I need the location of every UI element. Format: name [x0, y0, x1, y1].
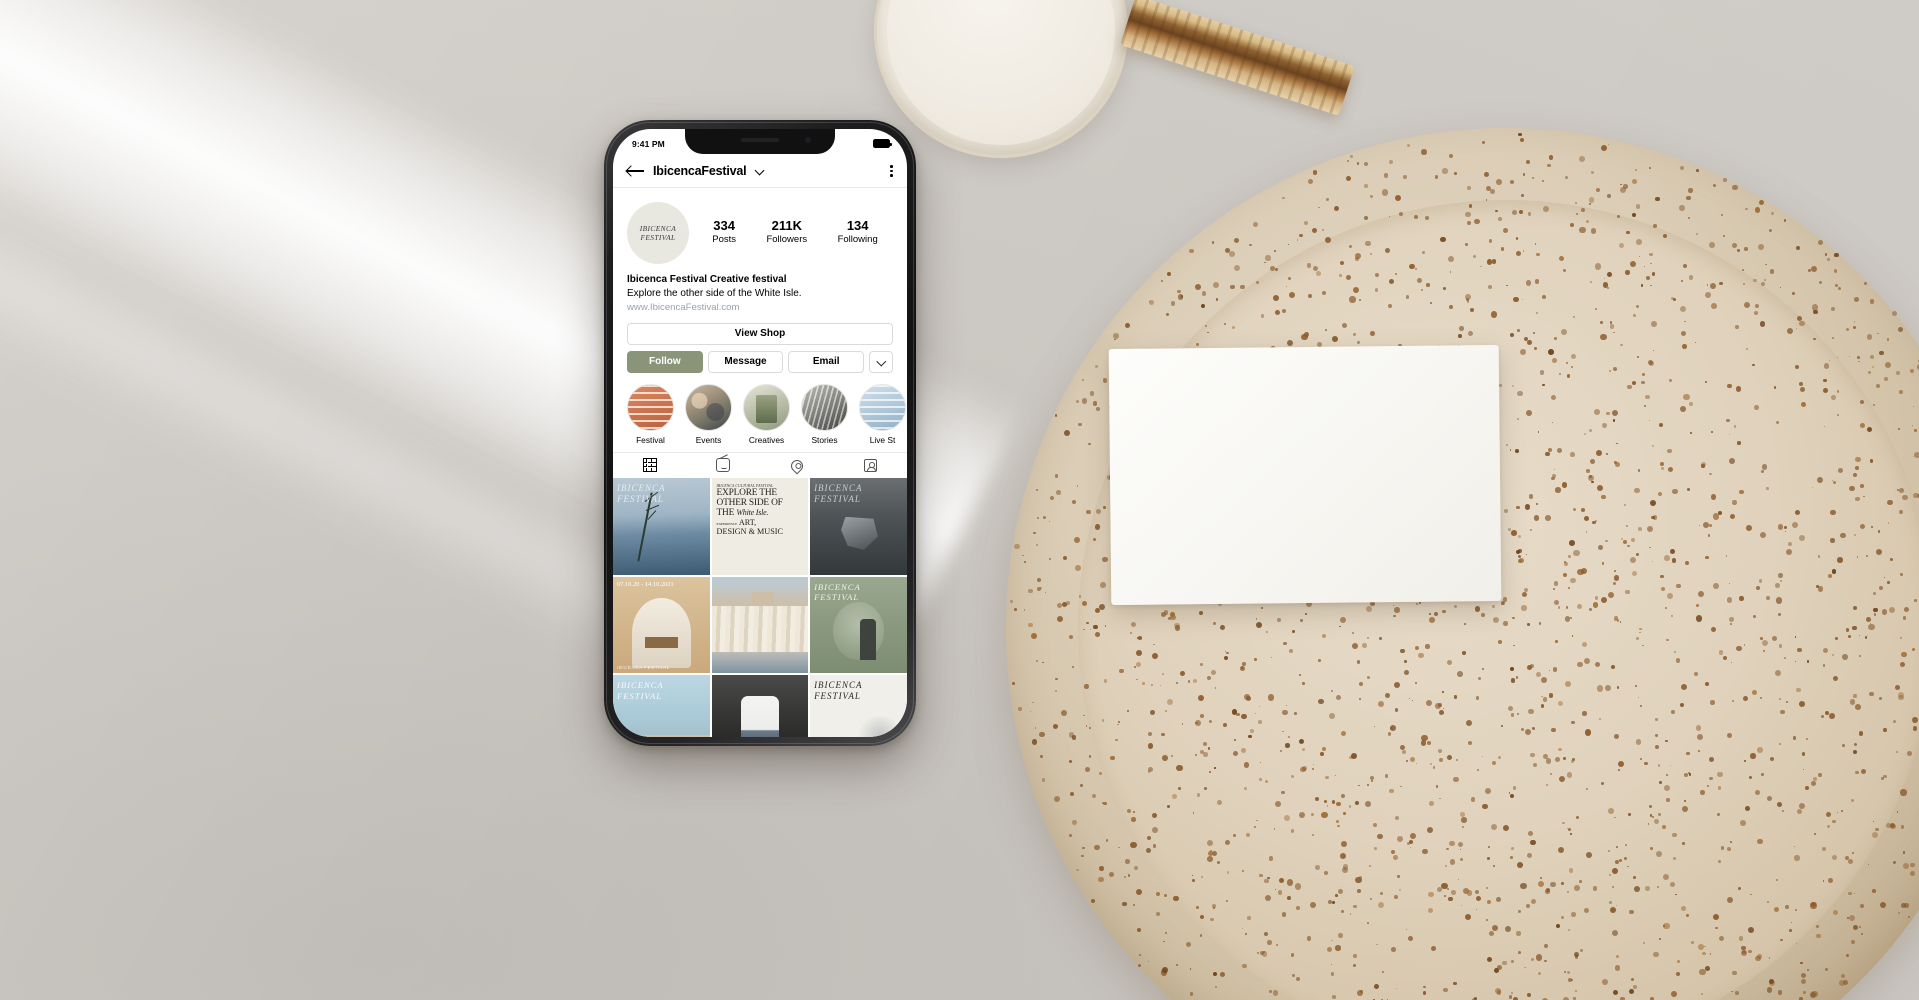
post-2-line-2: OTHER SIDE OF — [716, 498, 783, 509]
highlight-stories-cover — [801, 383, 848, 431]
view-shop-row: View Shop — [613, 315, 907, 345]
highlight-creatives-label: Creatives — [748, 434, 785, 445]
three-dots-vertical-icon[interactable] — [890, 164, 893, 178]
highlight-live-stream-label: Live St — [869, 434, 896, 445]
bio-name: Ibicenca Festival Creative festival — [627, 274, 787, 285]
post-9-line-1: IBICENCA — [814, 680, 863, 691]
stat-following-label: Following — [837, 234, 878, 246]
blank-business-card — [1108, 344, 1502, 606]
status-bar: 9:41 PM — [613, 129, 907, 155]
post-6-line-2: FESTIVAL — [814, 592, 860, 603]
stat-followers-label: Followers — [766, 234, 808, 246]
highlight-festival-cover — [627, 383, 674, 431]
ceramic-bowl — [874, 0, 1128, 158]
phone-screen: 9:41 PM IbicencaFestival IBICENCA FESTIV… — [613, 129, 907, 737]
more-options-button[interactable] — [869, 350, 894, 373]
highlight-creatives[interactable]: Creatives — [743, 383, 790, 445]
chevron-down-icon[interactable] — [755, 167, 764, 176]
highlight-festival[interactable]: Festival — [627, 383, 674, 445]
post-cell-4[interactable]: 07.10.20 - 14.10.2021 IBICENCA FESTIVAL — [613, 576, 710, 674]
post-2-line-5: DESIGN & MUSIC — [716, 527, 783, 537]
tagged-icon — [863, 458, 877, 472]
post-2-line-4-kicker: EXPERIENCE — [716, 522, 738, 527]
highlight-festival-label: Festival — [636, 434, 665, 445]
tab-tagged[interactable] — [834, 453, 908, 478]
post-7-line-2: FESTIVAL — [617, 690, 663, 701]
stat-posts-label: Posts — [712, 234, 736, 246]
stat-followers-value: 211K — [771, 218, 802, 234]
status-indicators — [873, 139, 892, 148]
follow-button[interactable]: Follow — [627, 350, 703, 373]
post-3-line-1: IBICENCA — [814, 482, 863, 493]
highlight-live-stream-cover — [859, 383, 906, 431]
avatar[interactable]: IBICENCA FESTIVAL — [627, 202, 689, 264]
post-cell-3[interactable]: IBICENCA FESTIVAL — [810, 477, 907, 575]
profile-stats: 334 Posts 211K Followers 134 Following — [689, 218, 893, 246]
highlight-events[interactable]: Events — [685, 383, 732, 445]
post-1-line-1: IBICENCA — [617, 482, 666, 493]
avatar-line-1: IBICENCA — [639, 223, 677, 233]
highlight-live-stream[interactable]: Live St — [859, 383, 906, 445]
post-grid: IBICENCA FESTIVAL IBICENCA CULTURAL FEST… — [613, 477, 907, 737]
post-cell-1[interactable]: IBICENCA FESTIVAL — [613, 477, 710, 575]
highlight-events-label: Events — [695, 434, 722, 445]
tab-grid[interactable] — [613, 453, 687, 478]
view-shop-button[interactable]: View Shop — [627, 322, 893, 345]
post-2-line-3-italic: White Isle. — [736, 508, 769, 518]
email-button[interactable]: Email — [788, 350, 865, 373]
bio-website-link[interactable]: www.IbicencaFestival.com — [627, 301, 893, 315]
highlight-creatives-cover — [743, 383, 790, 431]
phone-device: 9:41 PM IbicencaFestival IBICENCA FESTIV… — [604, 120, 916, 746]
highlight-events-cover — [685, 383, 732, 431]
profile-bio: Ibicenca Festival Creative festival Expl… — [613, 264, 907, 315]
profile-tabs — [613, 451, 908, 478]
post-2-line-3: THE — [716, 508, 735, 519]
location-pin-icon — [788, 457, 806, 475]
post-7-line-1: IBICENCA — [617, 680, 664, 691]
stat-following[interactable]: 134 Following — [837, 218, 878, 246]
post-cell-8[interactable] — [711, 675, 809, 737]
igtv-icon — [716, 458, 731, 473]
story-highlights-row: Festival Events Creatives Stories Live S… — [613, 373, 907, 452]
post-cell-2[interactable]: IBICENCA CULTURAL FESTIVAL EXPLORE THE O… — [711, 477, 809, 575]
chevron-down-icon — [877, 358, 885, 366]
post-3-line-2: FESTIVAL — [814, 494, 861, 505]
status-time: 9:41 PM — [632, 138, 665, 149]
bio-description: Explore the other side of the White Isle… — [627, 288, 802, 300]
highlight-stories-label: Stories — [811, 434, 838, 445]
tab-guides[interactable] — [760, 453, 834, 478]
app-top-bar: IbicencaFestival — [613, 155, 907, 188]
post-6-line-1: IBICENCA — [814, 581, 861, 592]
post-4-footer: IBICENCA FESTIVAL — [617, 665, 670, 671]
post-4-date: 07.10.20 - 14.10.2021 — [617, 580, 674, 588]
post-cell-5[interactable] — [711, 576, 809, 674]
battery-icon — [873, 139, 892, 148]
avatar-line-2: FESTIVAL — [640, 233, 676, 242]
post-2-line-1: EXPLORE THE — [716, 487, 778, 498]
highlight-stories[interactable]: Stories — [801, 383, 848, 445]
profile-header: IBICENCA FESTIVAL 334 Posts 211K Followe… — [613, 188, 907, 264]
post-cell-9[interactable]: IBICENCA FESTIVAL EXPLORE OCT — [810, 675, 907, 737]
grid-icon — [642, 458, 657, 473]
stat-followers[interactable]: 211K Followers — [766, 218, 808, 246]
post-1-line-2: FESTIVAL — [617, 494, 664, 505]
bowl-interior — [887, 0, 1115, 145]
post-9-line-2: FESTIVAL — [814, 691, 861, 702]
stat-following-value: 134 — [846, 218, 869, 234]
background-scene — [0, 0, 1919, 1000]
post-cell-7[interactable]: IBICENCA FESTIVAL — [613, 675, 710, 737]
action-button-row: Follow Message Email — [613, 345, 907, 373]
stat-posts[interactable]: 334 Posts — [712, 218, 736, 246]
back-arrow-icon[interactable] — [627, 164, 644, 178]
tab-igtv[interactable] — [687, 453, 761, 478]
message-button[interactable]: Message — [707, 350, 784, 373]
post-cell-6[interactable]: IBICENCA FESTIVAL — [810, 576, 907, 674]
stat-posts-value: 334 — [713, 218, 735, 234]
palo-santo-stick — [1119, 0, 1355, 116]
post-2-line-4: ART, — [738, 518, 757, 528]
profile-username[interactable]: IbicencaFestival — [653, 164, 747, 178]
